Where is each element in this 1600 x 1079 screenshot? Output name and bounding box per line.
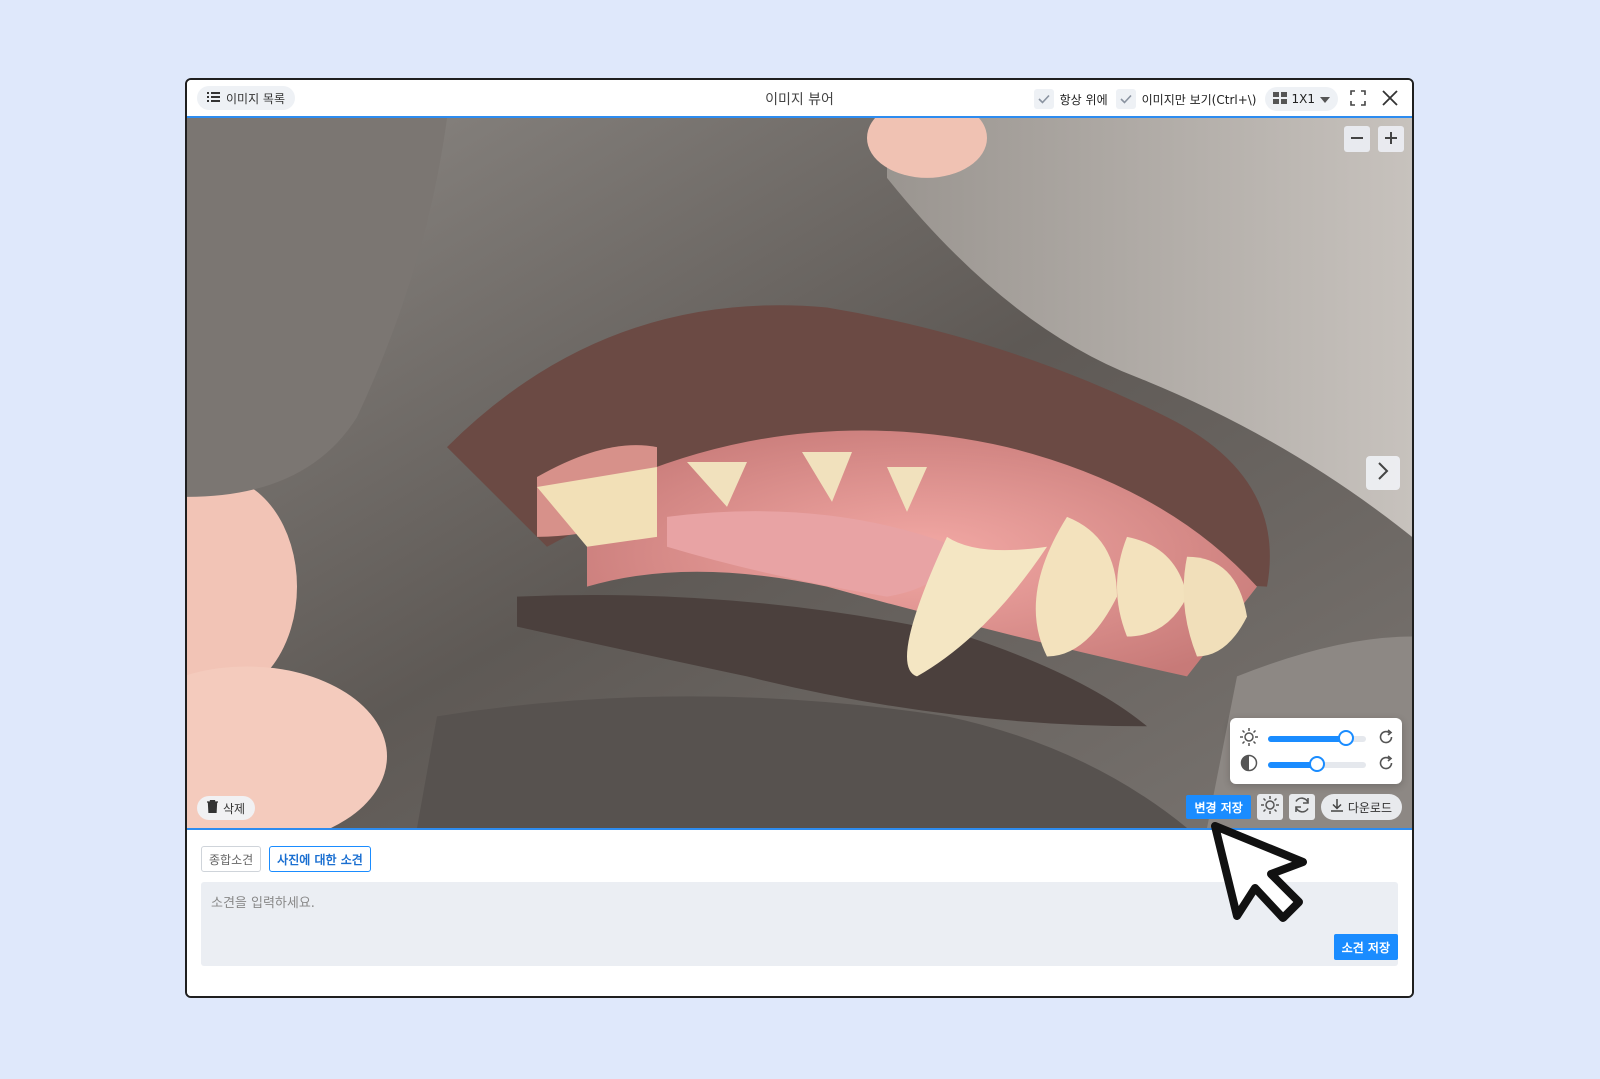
save-opinion-button[interactable]: 소견 저장 xyxy=(1333,934,1398,960)
fullscreen-icon xyxy=(1350,89,1366,109)
next-image-button[interactable] xyxy=(1366,456,1400,490)
image-only-checkbox[interactable]: 이미지만 보기(Ctrl+\) xyxy=(1115,89,1257,109)
reset-contrast-icon[interactable] xyxy=(1378,755,1394,775)
minus-icon xyxy=(1350,130,1364,149)
grid-icon xyxy=(1272,91,1287,107)
list-icon xyxy=(207,91,220,106)
tab-overall-opinion[interactable]: 종합소견 xyxy=(201,846,262,872)
brightness-icon xyxy=(1240,728,1258,750)
image-toolbar: 변경 저장 다운로드 xyxy=(1186,794,1402,820)
check-icon xyxy=(1033,89,1054,109)
caret-down-icon xyxy=(1320,92,1330,106)
delete-button[interactable]: 삭제 xyxy=(197,796,256,820)
brightness-slider[interactable] xyxy=(1268,730,1366,746)
opinion-panel: 종합소견 사진에 대한 소견 소견 저장 xyxy=(187,830,1412,996)
brightness-slider-fill xyxy=(1268,736,1347,742)
sun-icon xyxy=(1260,796,1279,818)
close-icon xyxy=(1382,89,1398,109)
always-on-top-checkbox[interactable]: 항상 위에 xyxy=(1033,89,1108,109)
download-button[interactable]: 다운로드 xyxy=(1320,794,1402,820)
delete-label: 삭제 xyxy=(223,801,246,816)
tab-photo-opinion[interactable]: 사진에 대한 소견 xyxy=(269,846,371,872)
trash-icon xyxy=(207,799,218,816)
contrast-row xyxy=(1230,751,1402,777)
contrast-slider[interactable] xyxy=(1268,756,1366,772)
rotate-button[interactable] xyxy=(1288,794,1315,820)
check-icon xyxy=(1115,89,1136,109)
layout-selector-value: 1X1 xyxy=(1291,92,1316,106)
image-list-label: 이미지 목록 xyxy=(226,91,286,106)
brightness-row xyxy=(1230,725,1402,751)
title-bar: 이미지 목록 이미지 뷰어 항상 위에 이미지만 보기(Ctrl+\) 1X1 xyxy=(187,80,1412,118)
image-adjust-panel xyxy=(1230,718,1402,784)
layout-selector[interactable]: 1X1 xyxy=(1264,87,1338,111)
zoom-out-button[interactable] xyxy=(1344,126,1370,152)
image-list-button[interactable]: 이미지 목록 xyxy=(197,86,296,110)
image-only-label: 이미지만 보기(Ctrl+\) xyxy=(1141,92,1257,107)
zoom-in-button[interactable] xyxy=(1378,126,1404,152)
brightness-slider-handle[interactable] xyxy=(1338,730,1355,746)
chevron-right-icon xyxy=(1377,462,1389,484)
contrast-slider-handle[interactable] xyxy=(1309,756,1325,772)
fullscreen-button[interactable] xyxy=(1346,87,1370,111)
refresh-icon xyxy=(1293,796,1311,818)
always-on-top-label: 항상 위에 xyxy=(1059,92,1108,107)
title-bar-controls: 항상 위에 이미지만 보기(Ctrl+\) 1X1 xyxy=(1033,86,1402,112)
opinion-input[interactable] xyxy=(201,882,1398,966)
adjust-toggle-button[interactable] xyxy=(1256,794,1283,820)
download-label: 다운로드 xyxy=(1347,800,1392,815)
close-button[interactable] xyxy=(1378,87,1402,111)
save-changes-button[interactable]: 변경 저장 xyxy=(1186,795,1251,819)
download-icon xyxy=(1330,799,1343,815)
opinion-tabs: 종합소견 사진에 대한 소견 xyxy=(201,846,371,872)
image-viewport[interactable]: 삭제 변경 저장 다운로드 xyxy=(187,118,1412,830)
contrast-icon xyxy=(1240,754,1258,776)
dog-mouth-photo xyxy=(187,118,1412,828)
image-viewer-window: 이미지 목록 이미지 뷰어 항상 위에 이미지만 보기(Ctrl+\) 1X1 … xyxy=(185,78,1414,998)
reset-brightness-icon[interactable] xyxy=(1378,729,1394,749)
plus-icon xyxy=(1384,130,1398,149)
